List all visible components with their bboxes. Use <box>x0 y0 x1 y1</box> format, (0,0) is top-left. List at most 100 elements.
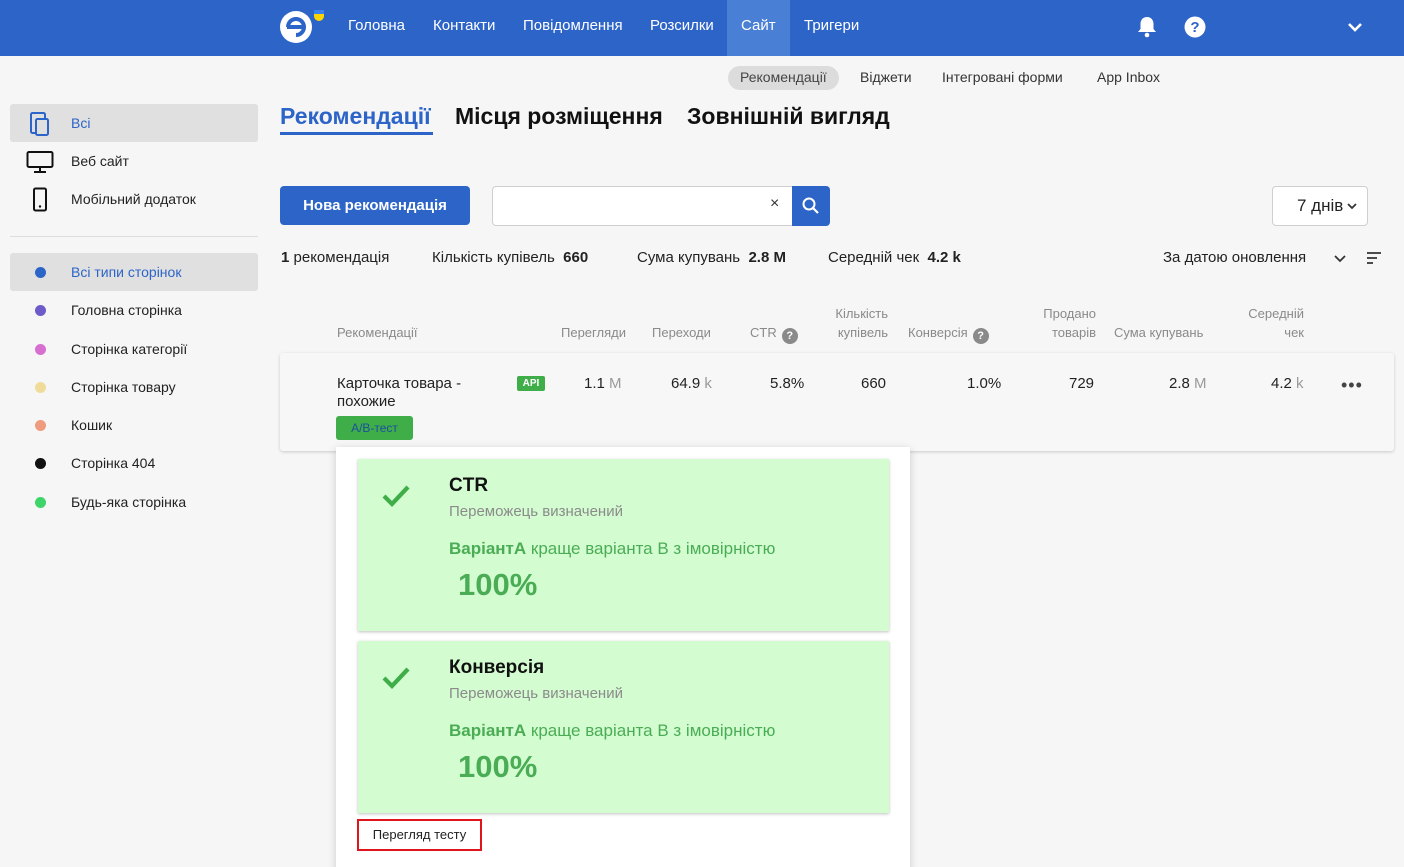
subtab-integrated-forms[interactable]: Інтегровані форми <box>930 66 1075 90</box>
search-field: × <box>492 186 830 226</box>
sidebar-item-website[interactable]: Веб сайт <box>10 142 258 180</box>
help-circle-icon[interactable]: ? <box>1182 14 1208 40</box>
subtab-app-inbox[interactable]: App Inbox <box>1085 66 1172 90</box>
sidebar-item-label: Головна сторінка <box>71 302 182 318</box>
conversion-header-label: Конверсія <box>908 325 968 340</box>
sidebar-item-404-page[interactable]: Сторінка 404 <box>10 444 258 482</box>
avg-check-value: 4.2 k <box>1271 375 1304 392</box>
result-metric-title: Конверсія <box>449 657 545 678</box>
sidebar-item-cart[interactable]: Кошик <box>10 406 258 444</box>
view-test-button[interactable]: Перегляд тесту <box>357 819 482 851</box>
subtab-widgets[interactable]: Віджети <box>848 66 924 90</box>
result-probability: 100% <box>458 749 538 784</box>
page-type-color-dot <box>35 420 46 431</box>
ctr-header-label: CTR <box>750 325 777 340</box>
period-select[interactable]: 7 днів <box>1272 186 1368 226</box>
sum-value: 2.8 M <box>748 249 786 266</box>
search-button[interactable] <box>792 186 830 226</box>
avg-number: 4.2 <box>1271 375 1292 392</box>
sum-unit: M <box>1194 375 1207 392</box>
tab-appearance[interactable]: Зовнішній вигляд <box>687 103 890 130</box>
sidebar-divider <box>10 236 258 237</box>
monitor-icon <box>26 151 54 173</box>
sum-value: 2.8 M <box>1169 375 1207 392</box>
views-unit: M <box>609 375 622 392</box>
sidebar-item-all-page-types[interactable]: Всі типи сторінок <box>10 253 258 291</box>
sidebar-item-label: Всі типи сторінок <box>71 264 182 280</box>
search-icon <box>802 197 819 214</box>
subtab-recommendations[interactable]: Рекомендації <box>728 66 839 90</box>
nav-site[interactable]: Сайт <box>727 0 790 56</box>
svg-text:?: ? <box>1190 19 1199 36</box>
recommendation-name[interactable]: Карточка товара - похожие <box>337 375 507 411</box>
nav-contacts[interactable]: Контакти <box>419 0 509 56</box>
column-header-views[interactable]: Перегляди <box>561 323 626 342</box>
ab-result-card-conversion: Конверсія Переможець визначений ВаріантA… <box>358 641 889 813</box>
column-header-sum[interactable]: Сума купувань <box>1114 323 1203 342</box>
bell-icon[interactable] <box>1134 14 1160 40</box>
count-label: рекомендація <box>293 249 390 266</box>
avg-unit: k <box>1296 375 1304 392</box>
ab-test-badge[interactable]: A/B-тест <box>336 416 413 440</box>
sidebar-item-any-page[interactable]: Будь-яка сторінка <box>10 483 258 521</box>
sidebar-item-label: Сторінка 404 <box>71 455 156 471</box>
page-type-color-dot <box>35 305 46 316</box>
sidebar-item-label: Будь-яка сторінка <box>71 494 187 510</box>
help-icon[interactable]: ? <box>781 328 798 344</box>
account-chevron-down-icon[interactable] <box>1342 14 1368 40</box>
column-header-recommendations[interactable]: Рекомендації <box>337 323 418 342</box>
purchases-label: Кількість купівель <box>432 249 555 266</box>
sidebar-item-product-page[interactable]: Сторінка товару <box>10 368 258 406</box>
nav-campaigns[interactable]: Розсилки <box>636 0 728 56</box>
sidebar-item-all[interactable]: Всі <box>10 104 258 142</box>
sidebar-item-home-page[interactable]: Головна сторінка <box>10 291 258 329</box>
tab-recommendations[interactable]: Рекомендації <box>280 103 431 130</box>
result-probability: 100% <box>458 567 538 602</box>
check-icon <box>382 667 410 690</box>
column-header-ctr[interactable]: CTR? <box>750 323 798 344</box>
new-recommendation-button[interactable]: Нова рекомендація <box>280 186 470 225</box>
sold-header-line1: Продано <box>1043 306 1096 321</box>
ctr-value: 5.8% <box>770 375 805 392</box>
period-select-value: 7 днів <box>1297 196 1344 215</box>
page-type-color-dot <box>35 344 46 355</box>
nav-home[interactable]: Головна <box>334 0 419 56</box>
chevron-down-icon[interactable] <box>1333 252 1347 266</box>
column-header-clicks[interactable]: Переходи <box>652 323 711 342</box>
result-status: Переможець визначений <box>449 685 623 702</box>
column-header-avg-check[interactable]: Середній чек <box>1230 304 1304 342</box>
search-input[interactable] <box>501 195 761 217</box>
sidebar-item-mobile-app[interactable]: Мобільний додаток <box>10 180 258 218</box>
sidebar-item-label: Сторінка категорії <box>71 341 188 357</box>
result-description: ВаріантA краще варіанта B з імовірністю <box>449 539 775 559</box>
row-more-menu-icon[interactable]: ••• <box>1341 375 1363 396</box>
tab-placements[interactable]: Місця розміщення <box>455 103 663 130</box>
clear-search-icon[interactable]: × <box>770 195 779 213</box>
sidebar-item-label: Кошик <box>71 417 113 433</box>
sort-lines-icon[interactable] <box>1366 250 1382 266</box>
page-type-color-dot <box>35 267 46 278</box>
nav-messages[interactable]: Повідомлення <box>509 0 637 56</box>
page-type-color-dot <box>35 382 46 393</box>
sidebar-item-label: Сторінка товару <box>71 379 176 395</box>
recommendation-count: 1 рекомендація <box>281 249 389 266</box>
ab-result-card-ctr: CTR Переможець визначений ВаріантA краще… <box>358 459 889 631</box>
column-header-conversion[interactable]: Конверсія? <box>908 323 989 344</box>
clicks-value: 64.9 k <box>671 375 712 392</box>
sum-number: 2.8 <box>1169 375 1190 392</box>
result-description: ВаріантA краще варіанта B з імовірністю <box>449 721 775 741</box>
column-header-sold[interactable]: Продано товарів <box>1030 304 1096 342</box>
result-text: краще варіанта B з імовірністю <box>526 721 776 740</box>
avg-check-label: Середній чек <box>828 249 920 266</box>
sort-select[interactable]: За датою оновлення <box>1163 249 1306 266</box>
sidebar-item-category-page[interactable]: Сторінка категорії <box>10 330 258 368</box>
result-metric-title: CTR <box>449 475 489 496</box>
sidebar-item-label: Веб сайт <box>71 153 129 169</box>
nav-triggers[interactable]: Тригери <box>790 0 873 56</box>
api-badge: API <box>517 376 545 391</box>
column-header-purchases[interactable]: Кількість купівель <box>820 304 888 342</box>
mobile-phone-icon <box>33 187 47 212</box>
views-number: 1.1 <box>584 375 605 392</box>
esputnik-logo-icon[interactable] <box>278 6 334 48</box>
help-icon[interactable]: ? <box>972 328 989 344</box>
